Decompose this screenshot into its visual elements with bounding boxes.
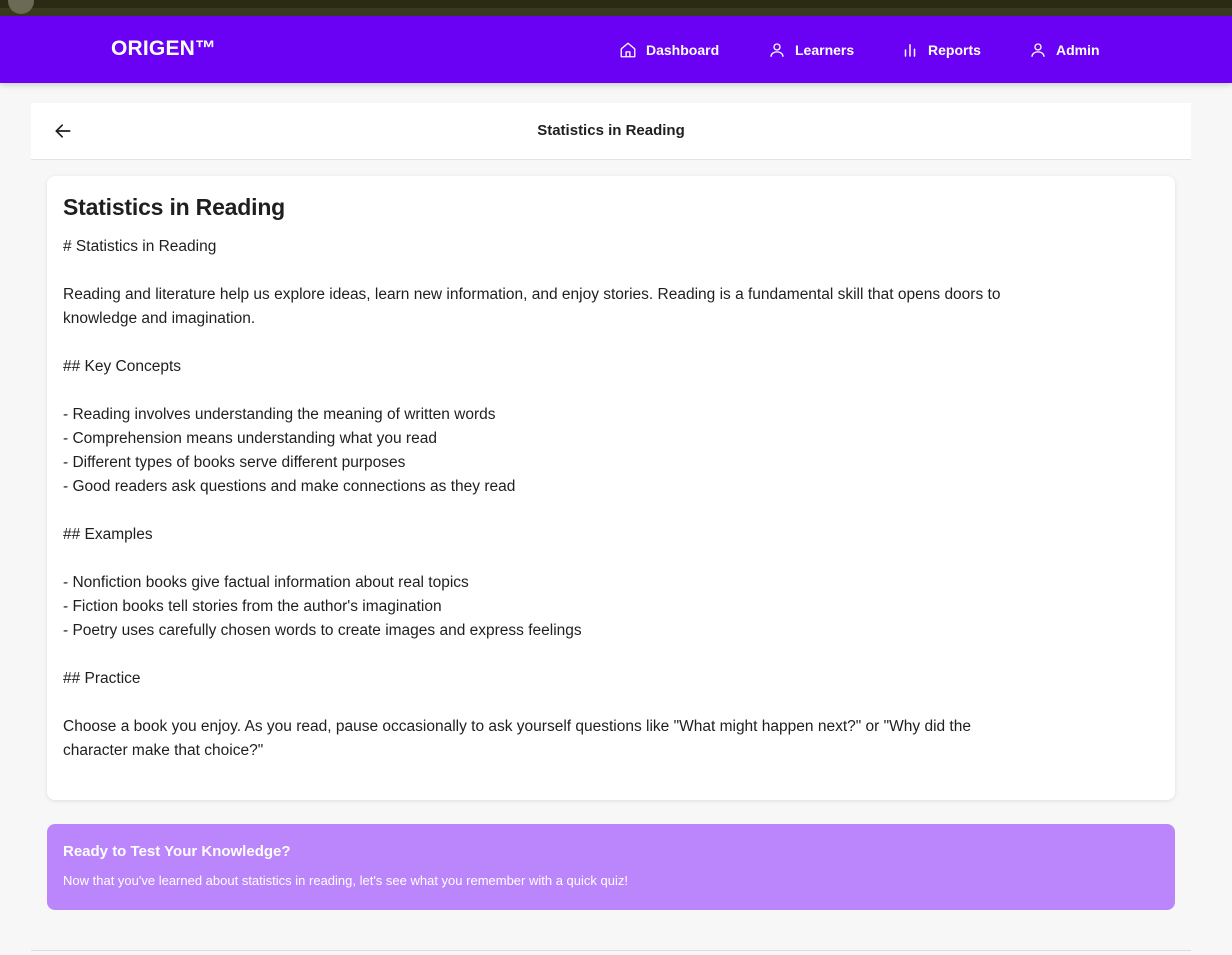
window-top-strip xyxy=(0,0,1232,16)
lesson-line: ## Key Concepts xyxy=(63,358,182,375)
lesson-line: - Nonfiction books give factual informat… xyxy=(63,574,469,591)
lesson-line: Choose a book you enjoy. As you read, pa… xyxy=(63,718,971,735)
nav-reports[interactable]: Reports xyxy=(901,16,981,83)
lesson-content-card: Statistics in Reading # Statistics in Re… xyxy=(47,176,1175,800)
top-navbar: ORIGEN™ Dashboard Learners Reports Admin xyxy=(0,16,1232,83)
user-icon xyxy=(1031,42,1045,57)
nav-admin-label: Admin xyxy=(1056,41,1100,58)
nav-dashboard-label: Dashboard xyxy=(646,41,720,58)
lesson-line: # Statistics in Reading xyxy=(63,238,217,255)
user-icon xyxy=(770,42,784,57)
nav-dashboard[interactable]: Dashboard xyxy=(619,16,719,83)
lesson-line: ## Practice xyxy=(63,670,141,687)
top-strip-bar xyxy=(0,8,1232,16)
page-title: Statistics in Reading xyxy=(537,122,685,139)
nav-reports-label: Reports xyxy=(928,41,981,58)
lesson-body: # Statistics in Reading Reading and lite… xyxy=(63,235,1159,763)
nav-admin[interactable]: Admin xyxy=(1029,16,1100,83)
lesson-line: - Good readers ask questions and make co… xyxy=(63,478,516,495)
nav-learners-label: Learners xyxy=(795,41,855,58)
lesson-title: Statistics in Reading xyxy=(63,194,286,220)
lesson-line: ## Examples xyxy=(63,526,153,543)
lesson-line: knowledge and imagination. xyxy=(63,310,256,327)
lesson-line: character make that choice?" xyxy=(63,742,264,759)
lesson-header: Statistics in Reading xyxy=(31,103,1191,160)
lesson-line: - Different types of books serve differe… xyxy=(63,454,406,471)
divider xyxy=(31,950,1191,951)
quiz-prompt-banner[interactable]: Ready to Test Your Knowledge? Now that y… xyxy=(47,824,1175,910)
lesson-line: - Comprehension means understanding what… xyxy=(63,430,437,447)
home-icon xyxy=(620,42,636,57)
lesson-line: - Poetry uses carefully chosen words to … xyxy=(63,622,582,639)
bar-chart-icon xyxy=(904,43,916,57)
lesson-line: - Reading involves understanding the mea… xyxy=(63,406,496,423)
brand-logo[interactable]: ORIGEN™ xyxy=(111,37,216,61)
quiz-title: Ready to Test Your Knowledge? xyxy=(63,843,291,860)
nav-learners[interactable]: Learners xyxy=(768,16,854,83)
lesson-line: Reading and literature help us explore i… xyxy=(63,286,1001,303)
lesson-line: - Fiction books tell stories from the au… xyxy=(63,598,442,615)
quiz-description: Now that you've learned about statistics… xyxy=(63,873,628,888)
